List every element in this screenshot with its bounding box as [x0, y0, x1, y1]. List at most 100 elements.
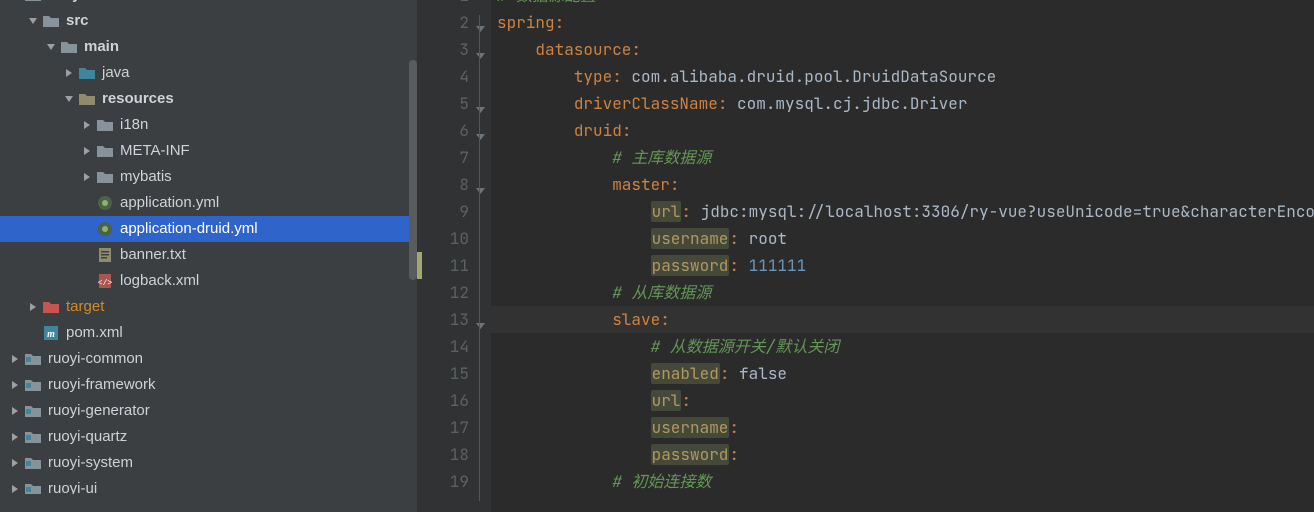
- code-line[interactable]: username: root: [491, 225, 1314, 252]
- chevron-down-icon[interactable]: [44, 40, 58, 54]
- chevron-right-icon[interactable]: [8, 482, 22, 494]
- tree-node-label: java: [102, 60, 130, 86]
- chevron-right-icon[interactable]: [8, 352, 22, 366]
- code-token: :: [555, 12, 565, 33]
- line-number[interactable]: 13: [417, 306, 469, 333]
- code-line[interactable]: # 从数据源开关/默认关闭: [491, 333, 1314, 360]
- line-number[interactable]: 3: [417, 36, 469, 63]
- code-line[interactable]: master:: [491, 171, 1314, 198]
- code-line[interactable]: password:: [491, 441, 1314, 468]
- chevron-right-icon[interactable]: [8, 430, 22, 444]
- code-token: [497, 390, 651, 411]
- module-icon: [24, 428, 42, 446]
- project-tree-pane: ruoyi-adminsrcmainjavaresourcesi18nMETA-…: [0, 0, 417, 512]
- svg-text:m: m: [47, 329, 55, 340]
- code-line[interactable]: url: jdbc:mysql://localhost:3306/ry-vue?…: [491, 198, 1314, 225]
- chevron-right-icon[interactable]: [80, 118, 94, 132]
- line-number[interactable]: 6: [417, 117, 469, 144]
- code-line[interactable]: datasource:: [491, 36, 1314, 63]
- code-line[interactable]: driverClassName: com.mysql.cj.jdbc.Drive…: [491, 90, 1314, 117]
- code-line[interactable]: # 主库数据源: [491, 144, 1314, 171]
- tree-node-ruoyi-quartz[interactable]: ruoyi-quartz: [0, 424, 417, 450]
- code-token: root: [749, 228, 787, 249]
- tree-node-ruoyi-framework[interactable]: ruoyi-framework: [0, 372, 417, 398]
- tree-node-i18n[interactable]: i18n: [0, 112, 417, 138]
- line-number[interactable]: 7: [417, 144, 469, 171]
- tree-node-pom-xml[interactable]: mpom.xml: [0, 320, 417, 346]
- editor-code-area[interactable]: # 数据源配置 spring: datasource: type: com.ali…: [491, 0, 1314, 512]
- chevron-right-icon[interactable]: [62, 66, 76, 80]
- line-number[interactable]: 11: [417, 252, 469, 279]
- fold-column[interactable]: [473, 0, 487, 512]
- code-line[interactable]: spring:: [491, 9, 1314, 36]
- chevron-right-icon[interactable]: [8, 378, 22, 392]
- chevron-right-icon[interactable]: [8, 404, 22, 418]
- chevron-right-icon[interactable]: [8, 456, 22, 470]
- chevron-down-icon[interactable]: [62, 92, 76, 106]
- line-number[interactable]: 15: [417, 360, 469, 387]
- tree-node-label: target: [66, 294, 104, 320]
- line-number[interactable]: 9: [417, 198, 469, 225]
- tree-node-mybatis[interactable]: mybatis: [0, 164, 417, 190]
- line-number[interactable]: 19: [417, 468, 469, 495]
- tree-node-label: mybatis: [120, 164, 172, 190]
- tree-node-meta-inf[interactable]: META-INF: [0, 138, 417, 164]
- line-number[interactable]: 1: [417, 0, 469, 9]
- line-number[interactable]: 4: [417, 63, 469, 90]
- tree-node-label: ruoyi-admin: [48, 0, 134, 8]
- tree-node-target[interactable]: target: [0, 294, 417, 320]
- project-tree[interactable]: ruoyi-adminsrcmainjavaresourcesi18nMETA-…: [0, 0, 417, 494]
- code-token: master: [612, 174, 670, 195]
- line-number[interactable]: 5: [417, 90, 469, 117]
- tree-node-main[interactable]: main: [0, 34, 417, 60]
- chevron-right-icon[interactable]: [80, 170, 94, 184]
- code-line[interactable]: url:: [491, 387, 1314, 414]
- chevron-right-icon[interactable]: [26, 300, 40, 314]
- code-token: url: [651, 201, 682, 222]
- tree-node-ruoyi-system[interactable]: ruoyi-system: [0, 450, 417, 476]
- tree-node-application-druid-yml[interactable]: application-druid.yml: [0, 216, 417, 242]
- chevron-right-icon[interactable]: [80, 144, 94, 158]
- tree-node-logback-xml[interactable]: </>logback.xml: [0, 268, 417, 294]
- code-token: :: [670, 174, 680, 195]
- code-line[interactable]: username:: [491, 414, 1314, 441]
- line-number[interactable]: 2: [417, 9, 469, 36]
- code-line[interactable]: slave:: [491, 306, 1314, 333]
- code-line[interactable]: # 从库数据源: [491, 279, 1314, 306]
- tree-node-ruoyi-admin[interactable]: ruoyi-admin: [0, 0, 417, 8]
- tree-node-src[interactable]: src: [0, 8, 417, 34]
- code-token: 111111: [749, 255, 807, 276]
- tree-node-ruoyi-generator[interactable]: ruoyi-generator: [0, 398, 417, 424]
- tree-scrollbar-thumb[interactable]: [409, 60, 417, 280]
- code-token: [497, 39, 535, 60]
- line-number[interactable]: 14: [417, 333, 469, 360]
- code-line[interactable]: type: com.alibaba.druid.pool.DruidDataSo…: [491, 63, 1314, 90]
- tree-node-ruoyi-common[interactable]: ruoyi-common: [0, 346, 417, 372]
- code-token: # 数据源配置: [497, 0, 596, 6]
- line-number[interactable]: 16: [417, 387, 469, 414]
- code-line[interactable]: # 数据源配置: [491, 0, 1314, 9]
- tree-node-resources[interactable]: resources: [0, 86, 417, 112]
- code-token: :: [729, 417, 739, 438]
- code-token: driverClassName: [574, 93, 718, 114]
- tree-node-ruoyi-ui[interactable]: ruoyi-ui: [0, 476, 417, 494]
- tree-node-label: i18n: [120, 112, 148, 138]
- line-number[interactable]: 10: [417, 225, 469, 252]
- tree-node-banner-txt[interactable]: banner.txt: [0, 242, 417, 268]
- code-token: [497, 66, 574, 87]
- tree-node-application-yml[interactable]: application.yml: [0, 190, 417, 216]
- chevron-down-icon[interactable]: [26, 14, 40, 28]
- editor-gutter[interactable]: 12345678910111213141516171819: [417, 0, 491, 512]
- code-line[interactable]: password: 111111: [491, 252, 1314, 279]
- code-token: [497, 93, 574, 114]
- code-token: [497, 444, 651, 465]
- code-line[interactable]: druid:: [491, 117, 1314, 144]
- line-number[interactable]: 18: [417, 441, 469, 468]
- line-number[interactable]: 12: [417, 279, 469, 306]
- line-number[interactable]: 8: [417, 171, 469, 198]
- chevron-down-icon[interactable]: [8, 0, 22, 2]
- code-line[interactable]: # 初始连接数: [491, 468, 1314, 495]
- tree-node-java[interactable]: java: [0, 60, 417, 86]
- code-line[interactable]: enabled: false: [491, 360, 1314, 387]
- line-number[interactable]: 17: [417, 414, 469, 441]
